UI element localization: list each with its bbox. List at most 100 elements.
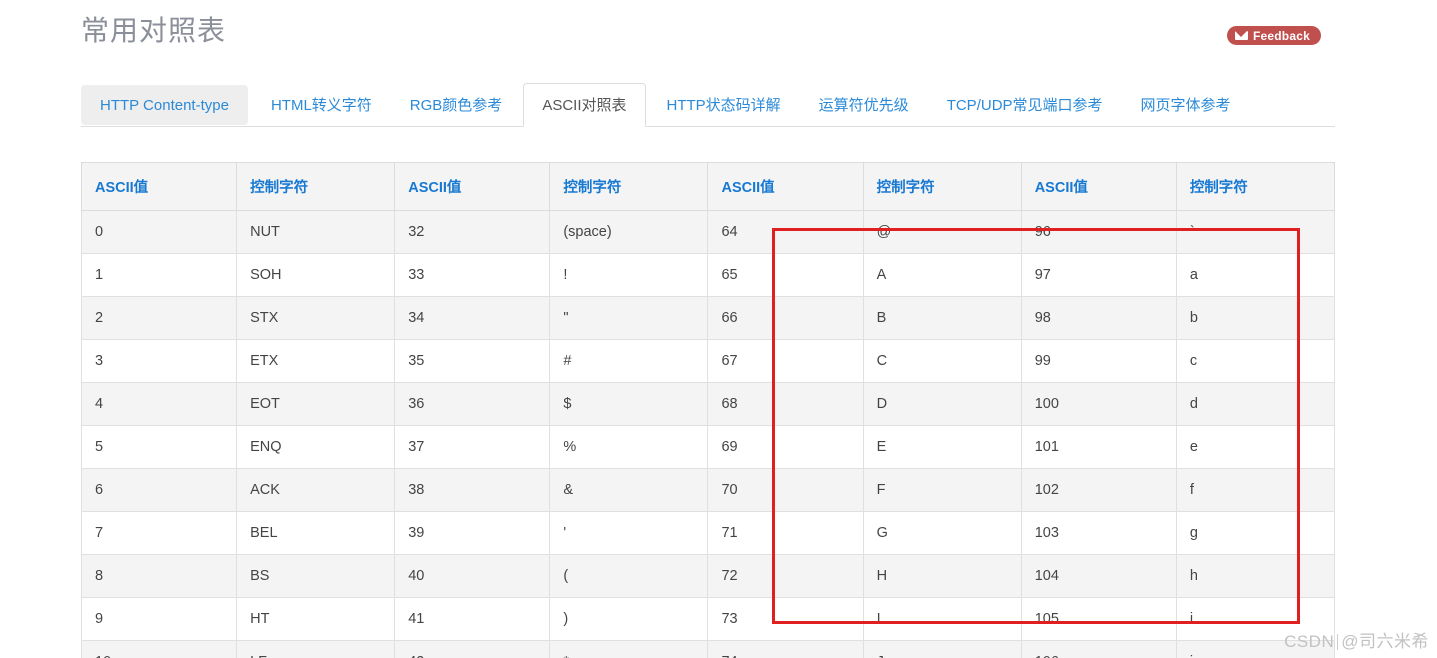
- table-cell: B: [862, 296, 1022, 340]
- table-cell: 33: [394, 253, 551, 297]
- table-cell: 9: [80, 597, 238, 641]
- watermark-author: @司六米希: [1341, 632, 1429, 651]
- table-row: 7 BEL 39 ' 71 G 103 g: [80, 511, 1336, 555]
- table-cell: 0: [80, 210, 238, 254]
- table-cell: 42: [394, 640, 551, 658]
- table-cell: d: [1175, 382, 1336, 426]
- table-row: 6 ACK 38 & 70 F 102 f: [80, 468, 1336, 512]
- table-cell: 103: [1020, 511, 1177, 555]
- table-cell: 74: [707, 640, 864, 658]
- table-cell: BEL: [236, 511, 396, 555]
- table-cell: J: [862, 640, 1022, 658]
- column-header-8: 控制字符: [1175, 162, 1336, 211]
- table-cell: 97: [1020, 253, 1177, 297]
- table-cell: 101: [1020, 425, 1177, 469]
- table-cell: 6: [80, 468, 238, 512]
- table-cell: 100: [1020, 382, 1177, 426]
- table-cell: 2: [80, 296, 238, 340]
- table-cell: D: [862, 382, 1022, 426]
- table-cell: 39: [394, 511, 551, 555]
- table-cell: C: [862, 339, 1022, 383]
- table-cell: 105: [1020, 597, 1177, 641]
- table-cell: 70: [707, 468, 864, 512]
- table-cell: 37: [394, 425, 551, 469]
- table-cell: &: [549, 468, 709, 512]
- table-cell: @: [862, 210, 1022, 254]
- table-cell: 68: [707, 382, 864, 426]
- table-cell: 66: [707, 296, 864, 340]
- table-cell: !: [549, 253, 709, 297]
- table-cell: HT: [236, 597, 396, 641]
- watermark-separator: [1337, 634, 1339, 650]
- table-cell: 67: [707, 339, 864, 383]
- table-cell: 32: [394, 210, 551, 254]
- table-cell: 35: [394, 339, 551, 383]
- table-cell: 41: [394, 597, 551, 641]
- table-cell: #: [549, 339, 709, 383]
- column-header-2: 控制字符: [236, 162, 396, 211]
- table-row: 3 ETX 35 #67 C 99 c: [80, 339, 1336, 383]
- table-cell: A: [862, 253, 1022, 297]
- table-cell: STX: [236, 296, 396, 340]
- table-cell: 34: [394, 296, 551, 340]
- table-cell: E: [862, 425, 1022, 469]
- table-cell: SOH: [236, 253, 396, 297]
- table-cell: %: [549, 425, 709, 469]
- table-cell: ": [549, 296, 709, 340]
- table-row: 0 NUT 32 (space) 64 @96 `: [80, 210, 1336, 254]
- table-cell: 69: [707, 425, 864, 469]
- table-row: 4 EOT 36 $68 D 100 d: [80, 382, 1336, 426]
- table-cell: $: [549, 382, 709, 426]
- table-cell: LF: [236, 640, 396, 658]
- table-cell: EOT: [236, 382, 396, 426]
- table-cell: ): [549, 597, 709, 641]
- table-row: 10LF42*74J106j: [80, 640, 1336, 658]
- watermark: CSDN @司六米希: [1284, 627, 1429, 652]
- column-header-6: 控制字符: [862, 162, 1022, 211]
- table-cell: *: [549, 640, 709, 658]
- table-cell: 102: [1020, 468, 1177, 512]
- table-cell: 96: [1020, 210, 1177, 254]
- table-cell: ETX: [236, 339, 396, 383]
- table-cell: I: [862, 597, 1022, 641]
- column-header-7: ASCII值: [1020, 162, 1177, 211]
- table-cell: 99: [1020, 339, 1177, 383]
- table-cell: BS: [236, 554, 396, 598]
- table-cell: 5: [80, 425, 238, 469]
- table-cell: 10: [80, 640, 238, 658]
- table-cell: 72: [707, 554, 864, 598]
- ascii-table: ASCII值 控制字符 ASCII值 控制字符 ASCII值 控制字符 ASCII值 控制字符…: [80, 162, 1336, 658]
- column-header-5: ASCII值: [707, 162, 864, 211]
- table-cell: ACK: [236, 468, 396, 512]
- table-cell: a: [1175, 253, 1336, 297]
- table-cell: ENQ: [236, 425, 396, 469]
- table-clip-region: ASCII值 控制字符 ASCII值 控制字符 ASCII值 控制字符 ASCII值 控制字符…: [0, 0, 1437, 658]
- table-cell: e: [1175, 425, 1336, 469]
- ascii-table-body: 0 NUT 32 (space) 64 @96 ` 1 SOH 33! 65 A 97 a 2 STX 34 " 6…: [80, 210, 1336, 658]
- table-cell: 73: [707, 597, 864, 641]
- table-cell: g: [1175, 511, 1336, 555]
- table-header-row: ASCII值 控制字符 ASCII值 控制字符 ASCII值 控制字符 ASCII值 控制字符: [80, 162, 1336, 211]
- column-header-3: ASCII值: [394, 162, 551, 211]
- table-cell: 71: [707, 511, 864, 555]
- table-cell: 7: [80, 511, 238, 555]
- table-cell: 106: [1020, 640, 1177, 658]
- table-cell: 40: [394, 554, 551, 598]
- table-cell: b: [1175, 296, 1336, 340]
- page-root: 常用对照表 Feedback HTTP Content-type HTML转义字符…: [0, 0, 1437, 658]
- watermark-source: CSDN: [1284, 632, 1335, 651]
- table-cell: ': [549, 511, 709, 555]
- table-row: 1 SOH 33! 65 A 97 a: [80, 253, 1336, 297]
- table-cell: 38: [394, 468, 551, 512]
- table-cell: 1: [80, 253, 238, 297]
- table-cell: f: [1175, 468, 1336, 512]
- table-cell: c: [1175, 339, 1336, 383]
- table-row: 8 BS 40(72 H 104 h: [80, 554, 1336, 598]
- table-cell: `: [1175, 210, 1336, 254]
- table-row: 5 ENQ 37% 69 E 101 e: [80, 425, 1336, 469]
- table-cell: H: [862, 554, 1022, 598]
- table-cell: (: [549, 554, 709, 598]
- table-cell: h: [1175, 554, 1336, 598]
- table-cell: 104: [1020, 554, 1177, 598]
- table-cell: 36: [394, 382, 551, 426]
